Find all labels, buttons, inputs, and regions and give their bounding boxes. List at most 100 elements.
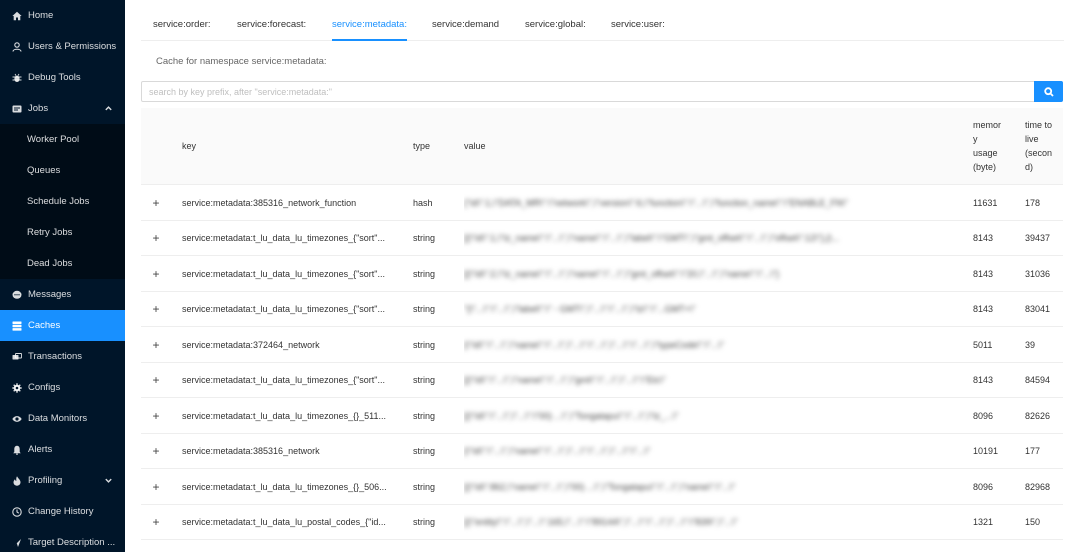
cell-value: [{\"id\":862,\"name\":\"...\",\"00) ...\… xyxy=(464,481,736,492)
sidebar-item-label: Users & Permissions xyxy=(28,41,117,52)
sidebar-item-label: Retry Jobs xyxy=(27,227,73,238)
cell-ttl: 82968 xyxy=(1025,481,1051,492)
sidebar-item-users-permissions[interactable]: Users & Permissions xyxy=(0,31,125,62)
bell-icon xyxy=(11,444,22,455)
sidebar-item-label: Data Monitors xyxy=(28,413,88,424)
cell-memory: 8096 xyxy=(973,410,994,421)
cell-type: string xyxy=(413,339,436,350)
expand-row-button[interactable]: + xyxy=(150,256,162,292)
cell-key: service:metadata:t_lu_data_lu_timezones_… xyxy=(182,481,387,492)
expand-row-button[interactable]: + xyxy=(150,434,162,470)
cell-type: string xyxy=(413,446,436,457)
search-button[interactable] xyxy=(1034,81,1063,102)
expand-row-button[interactable]: + xyxy=(150,505,162,541)
cell-memory: 10191 xyxy=(973,446,999,457)
tab-service-global[interactable]: service:global: xyxy=(525,0,586,41)
tab-service-user[interactable]: service:user: xyxy=(611,0,665,41)
expand-row-button[interactable]: + xyxy=(150,185,162,221)
sidebar-item-transactions[interactable]: Transactions xyxy=(0,341,125,372)
expand-row-button[interactable]: + xyxy=(150,327,162,363)
eye-icon xyxy=(11,413,22,424)
cell-memory: 8143 xyxy=(973,268,994,279)
bug-icon xyxy=(11,72,22,83)
tab-service-metadata[interactable]: service:metadata: xyxy=(332,0,407,41)
sidebar-item-profiling[interactable]: Profiling xyxy=(0,465,125,496)
chevron-down-icon xyxy=(104,476,113,485)
tab-service-demand[interactable]: service:demand xyxy=(432,0,499,41)
cell-type: string xyxy=(413,375,436,386)
sidebar-item-caches[interactable]: Caches xyxy=(0,310,125,341)
sidebar-item-messages[interactable]: Messages xyxy=(0,279,125,310)
cell-memory: 8143 xyxy=(973,375,994,386)
search-bar xyxy=(141,81,1063,102)
sidebar-item-label: Caches xyxy=(28,320,61,331)
sidebar-item-queues[interactable]: Queues xyxy=(0,155,125,186)
sidebar-item-target-description[interactable]: Target Description ... xyxy=(0,527,125,552)
cell-ttl: 39 xyxy=(1025,339,1036,350)
table-row: + service:metadata:t_lu_data_lu_timezone… xyxy=(141,363,1063,399)
sidebar-item-configs[interactable]: Configs xyxy=(0,372,125,403)
sidebar-item-label: Messages xyxy=(28,289,72,300)
cell-value: {\"id\":\"...\",\"name\":\"...\",\"...\"… xyxy=(464,339,724,350)
column-header-ttl: time to live (secon d) xyxy=(1025,120,1053,172)
sidebar-item-alerts[interactable]: Alerts xyxy=(0,434,125,465)
sidebar-item-worker-pool[interactable]: Worker Pool xyxy=(0,124,125,155)
user-icon xyxy=(11,41,22,52)
cell-ttl: 82626 xyxy=(1025,410,1051,421)
cell-ttl: 83041 xyxy=(1025,304,1051,315)
sidebar-item-label: Dead Jobs xyxy=(27,258,73,269)
expand-row-button[interactable]: + xyxy=(150,469,162,505)
message-icon xyxy=(11,289,22,300)
table-row: + service:metadata:t_lu_data_lu_timezone… xyxy=(141,398,1063,434)
tab-service-forecast[interactable]: service:forecast: xyxy=(237,0,306,41)
jobs-icon xyxy=(11,103,22,114)
sidebar-item-change-history[interactable]: Change History xyxy=(0,496,125,527)
cell-type: string xyxy=(413,481,436,492)
table-row: + service:metadata:t_lu_data_lu_timezone… xyxy=(141,256,1063,292)
expand-row-button[interactable]: + xyxy=(150,292,162,328)
table-row: + service:metadata:t_lu_data_lu_timezone… xyxy=(141,292,1063,328)
cell-key: service:metadata:385316_network_function xyxy=(182,197,357,208)
cell-value: [{\"id\":\"...\",\"...\":\"00) ...\",\"T… xyxy=(464,410,679,421)
cell-key: service:metadata:t_lu_data_lu_timezones_… xyxy=(182,304,386,315)
expand-row-button[interactable]: + xyxy=(150,363,162,399)
cell-type: hash xyxy=(413,197,433,208)
gear-icon xyxy=(11,382,22,393)
search-icon xyxy=(1043,86,1054,97)
sidebar: Home Users & Permissions Debug Tools Job… xyxy=(0,0,125,552)
expand-row-button[interactable]: + xyxy=(150,221,162,257)
cell-key: service:metadata:t_lu_data_lu_timezones_… xyxy=(182,233,386,244)
tab-service-order[interactable]: service:order: xyxy=(153,0,211,41)
cell-key: service:metadata:372464_network xyxy=(182,339,320,350)
cell-memory: 1321 xyxy=(973,517,994,528)
cell-key: service:metadata:385316_network xyxy=(182,446,320,457)
sidebar-item-home[interactable]: Home xyxy=(0,0,125,31)
sidebar-item-debug-tools[interactable]: Debug Tools xyxy=(0,62,125,93)
cell-ttl: 150 xyxy=(1025,517,1041,528)
sidebar-item-retry-jobs[interactable]: Retry Jobs xyxy=(0,217,125,248)
home-icon xyxy=(11,10,22,21)
search-input[interactable] xyxy=(142,82,1036,101)
column-header-memory-usage: memor y usage (byte) xyxy=(973,120,1002,172)
sidebar-item-dead-jobs[interactable]: Dead Jobs xyxy=(0,248,125,279)
sidebar-item-label: Alerts xyxy=(28,444,53,455)
cell-value: {\"id\":\"...\",\"name\":\"...\",\"...\"… xyxy=(464,446,651,457)
cell-type: string xyxy=(413,233,436,244)
sidebar-item-jobs[interactable]: Jobs xyxy=(0,93,125,124)
sidebar-item-label: Change History xyxy=(28,506,94,517)
expand-row-button[interactable]: + xyxy=(150,398,162,434)
sidebar-item-data-monitors[interactable]: Data Monitors xyxy=(0,403,125,434)
table-header: key type value memor y usage (byte) time… xyxy=(141,108,1063,185)
column-header-key: key xyxy=(182,141,197,151)
sidebar-item-schedule-jobs[interactable]: Schedule Jobs xyxy=(0,186,125,217)
cache-namespace-title: Cache for namespace service:metadata: xyxy=(156,56,327,67)
sidebar-item-label: Queues xyxy=(27,165,61,176)
sidebar-item-label: Configs xyxy=(28,382,61,393)
sidebar-item-label: Home xyxy=(28,10,54,21)
cell-memory: 8143 xyxy=(973,304,994,315)
sidebar-item-label: Jobs xyxy=(28,103,49,114)
cell-ttl: 39437 xyxy=(1025,233,1051,244)
namespace-tabs: service:order: service:forecast: service… xyxy=(141,0,1064,41)
cell-ttl: 177 xyxy=(1025,446,1041,457)
chevron-up-icon xyxy=(104,104,113,113)
